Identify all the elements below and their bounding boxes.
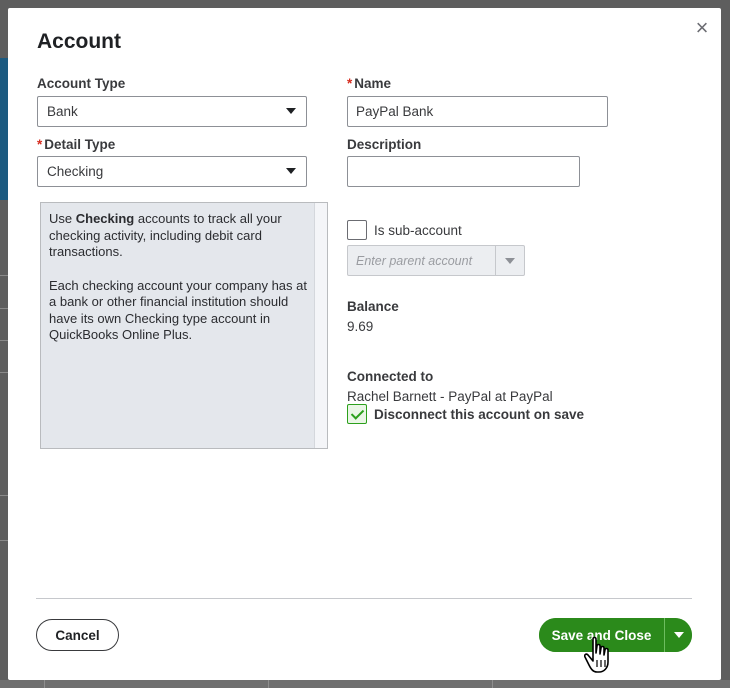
save-options-dropdown-button[interactable]: [665, 618, 692, 652]
parent-account-select: Enter parent account: [347, 245, 525, 276]
chevron-down-icon: [505, 258, 515, 264]
account-dialog: Account × Account Type Bank * Detail Type…: [8, 8, 721, 680]
detail-type-value: Checking: [47, 164, 104, 179]
pointer-hand-icon: [584, 636, 609, 673]
chevron-down-icon: [286, 168, 296, 174]
close-icon[interactable]: ×: [692, 17, 712, 39]
chevron-down-icon: [674, 632, 684, 638]
balance-label: Balance: [347, 299, 399, 314]
sub-account-checkbox[interactable]: [347, 220, 367, 240]
required-mark: *: [37, 137, 43, 152]
help-text-paragraph-2: Each checking account your company has a…: [49, 277, 307, 343]
sub-account-label: Is sub-account: [374, 223, 462, 238]
disconnect-checkbox[interactable]: [347, 404, 367, 424]
detail-type-select[interactable]: Checking: [37, 156, 307, 187]
connected-value: Rachel Barnett - PayPal at PayPal: [347, 389, 553, 404]
parent-account-divider: [495, 246, 496, 275]
connected-label: Connected to: [347, 369, 434, 384]
account-type-label: Account Type: [37, 76, 126, 91]
detail-type-label-text: Detail Type: [44, 137, 116, 152]
detail-type-help-text: Use Checking accounts to track all your …: [49, 211, 311, 344]
description-label: Description: [347, 137, 422, 152]
disconnect-label: Disconnect this account on save: [374, 407, 585, 422]
required-mark: *: [347, 76, 353, 91]
name-label-text: Name: [354, 76, 392, 91]
description-input[interactable]: [347, 156, 580, 187]
parent-account-placeholder: Enter parent account: [356, 254, 473, 268]
balance-value: 9.69: [347, 319, 374, 334]
chevron-down-icon: [286, 108, 296, 114]
help-text-bold: Checking: [75, 211, 135, 226]
background-app-table: [0, 680, 730, 688]
account-type-select[interactable]: Bank: [37, 96, 307, 127]
footer-divider: [36, 598, 692, 599]
background-app-panel: [0, 58, 8, 200]
help-text-prefix: Use: [49, 211, 76, 226]
detail-type-help-panel[interactable]: Use Checking accounts to track all your …: [40, 202, 328, 449]
account-type-value: Bank: [47, 104, 78, 119]
cancel-button[interactable]: Cancel: [36, 619, 119, 651]
name-label: * Name: [347, 76, 391, 91]
name-input[interactable]: PayPal Bank: [347, 96, 608, 127]
detail-type-label: * Detail Type: [37, 137, 115, 152]
help-panel-scrollbar[interactable]: [314, 203, 327, 448]
dialog-title: Account: [37, 30, 121, 53]
